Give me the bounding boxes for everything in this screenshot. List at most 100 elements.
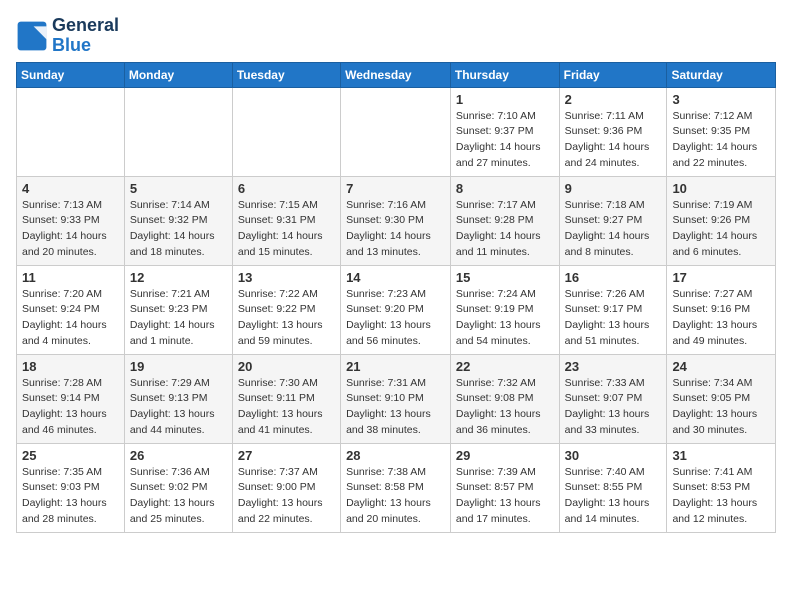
calendar-cell: 3Sunrise: 7:12 AMSunset: 9:35 PMDaylight… <box>667 87 776 176</box>
day-number: 16 <box>565 270 662 285</box>
day-number: 25 <box>22 448 119 463</box>
day-number: 22 <box>456 359 554 374</box>
day-number: 7 <box>346 181 445 196</box>
day-number: 1 <box>456 92 554 107</box>
day-number: 28 <box>346 448 445 463</box>
day-number: 30 <box>565 448 662 463</box>
header-cell-friday: Friday <box>559 62 667 87</box>
day-number: 13 <box>238 270 335 285</box>
day-number: 8 <box>456 181 554 196</box>
day-number: 14 <box>346 270 445 285</box>
day-info: Sunrise: 7:39 AMSunset: 8:57 PMDaylight:… <box>456 465 554 528</box>
calendar-cell: 24 Sunrise: 7:34 AMSunset: 9:05 PMDayligh… <box>667 354 776 443</box>
day-info: Sunrise: 7:26 AMSunset: 9:17 PMDaylight:… <box>565 287 662 350</box>
header-cell-sunday: Sunday <box>17 62 125 87</box>
header-cell-saturday: Saturday <box>667 62 776 87</box>
header-cell-monday: Monday <box>124 62 232 87</box>
logo-text-general: General <box>52 16 119 36</box>
week-row-4: 18 Sunrise: 7:28 AMSunset: 9:14 PMDayligh… <box>17 354 776 443</box>
calendar-cell: 16 Sunrise: 7:26 AMSunset: 9:17 PMDayligh… <box>559 265 667 354</box>
day-number: 10 <box>672 181 770 196</box>
week-row-1: 1 Sunrise: 7:10 AMSunset: 9:37 PMDaylight… <box>17 87 776 176</box>
day-info: Sunrise: 7:19 AMSunset: 9:26 PMDaylight:… <box>672 198 770 261</box>
day-info: Sunrise: 7:24 AMSunset: 9:19 PMDaylight:… <box>456 287 554 350</box>
calendar-cell: 19Sunrise: 7:29 AMSunset: 9:13 PMDayligh… <box>124 354 232 443</box>
calendar-cell: 22 Sunrise: 7:32 AMSunset: 9:08 PMDayligh… <box>450 354 559 443</box>
day-number: 18 <box>22 359 119 374</box>
calendar-cell: 17Sunrise: 7:27 AMSunset: 9:16 PMDayligh… <box>667 265 776 354</box>
header-cell-tuesday: Tuesday <box>232 62 340 87</box>
calendar-cell: 12 Sunrise: 7:21 AMSunset: 9:23 PMDayligh… <box>124 265 232 354</box>
logo-text-blue: Blue <box>52 36 119 56</box>
calendar-cell: 20 Sunrise: 7:30 AMSunset: 9:11 PMDayligh… <box>232 354 340 443</box>
week-row-5: 25 Sunrise: 7:35 AMSunset: 9:03 PMDayligh… <box>17 443 776 532</box>
calendar-cell: 14 Sunrise: 7:23 AMSunset: 9:20 PMDayligh… <box>341 265 451 354</box>
day-info: Sunrise: 7:23 AMSunset: 9:20 PMDaylight:… <box>346 287 445 350</box>
day-number: 5 <box>130 181 227 196</box>
day-number: 20 <box>238 359 335 374</box>
day-info: Sunrise: 7:16 AMSunset: 9:30 PMDaylight:… <box>346 198 445 261</box>
day-number: 23 <box>565 359 662 374</box>
day-number: 3 <box>672 92 770 107</box>
day-number: 21 <box>346 359 445 374</box>
header-cell-thursday: Thursday <box>450 62 559 87</box>
day-info: Sunrise: 7:10 AMSunset: 9:37 PMDaylight:… <box>456 109 554 172</box>
calendar-cell <box>17 87 125 176</box>
calendar-cell: 27 Sunrise: 7:37 AMSunset: 9:00 PMDayligh… <box>232 443 340 532</box>
day-info: Sunrise: 7:21 AMSunset: 9:23 PMDaylight:… <box>130 287 227 350</box>
calendar-cell: 5 Sunrise: 7:14 AMSunset: 9:32 PMDaylight… <box>124 176 232 265</box>
day-info: Sunrise: 7:22 AMSunset: 9:22 PMDaylight:… <box>238 287 335 350</box>
day-number: 24 <box>672 359 770 374</box>
header-row: SundayMondayTuesdayWednesdayThursdayFrid… <box>17 62 776 87</box>
day-info: Sunrise: 7:36 AMSunset: 9:02 PMDaylight:… <box>130 465 227 528</box>
calendar-cell: 21 Sunrise: 7:31 AMSunset: 9:10 PMDayligh… <box>341 354 451 443</box>
calendar-cell <box>124 87 232 176</box>
day-number: 2 <box>565 92 662 107</box>
day-number: 11 <box>22 270 119 285</box>
calendar-cell: 10 Sunrise: 7:19 AMSunset: 9:26 PMDayligh… <box>667 176 776 265</box>
day-info: Sunrise: 7:30 AMSunset: 9:11 PMDaylight:… <box>238 376 335 439</box>
day-number: 27 <box>238 448 335 463</box>
day-info: Sunrise: 7:37 AMSunset: 9:00 PMDaylight:… <box>238 465 335 528</box>
calendar-cell: 8 Sunrise: 7:17 AMSunset: 9:28 PMDaylight… <box>450 176 559 265</box>
day-number: 26 <box>130 448 227 463</box>
day-info: Sunrise: 7:20 AMSunset: 9:24 PMDaylight:… <box>22 287 119 350</box>
week-row-3: 11 Sunrise: 7:20 AMSunset: 9:24 PMDayligh… <box>17 265 776 354</box>
calendar-cell: 9Sunrise: 7:18 AMSunset: 9:27 PMDaylight… <box>559 176 667 265</box>
calendar-cell: 4Sunrise: 7:13 AMSunset: 9:33 PMDaylight… <box>17 176 125 265</box>
calendar-cell: 23 Sunrise: 7:33 AMSunset: 9:07 PMDayligh… <box>559 354 667 443</box>
calendar-cell <box>341 87 451 176</box>
calendar-cell: 15 Sunrise: 7:24 AMSunset: 9:19 PMDayligh… <box>450 265 559 354</box>
day-info: Sunrise: 7:11 AMSunset: 9:36 PMDaylight:… <box>565 109 662 172</box>
day-number: 6 <box>238 181 335 196</box>
calendar-cell: 18 Sunrise: 7:28 AMSunset: 9:14 PMDayligh… <box>17 354 125 443</box>
day-info: Sunrise: 7:33 AMSunset: 9:07 PMDaylight:… <box>565 376 662 439</box>
calendar-cell: 28Sunrise: 7:38 AMSunset: 8:58 PMDayligh… <box>341 443 451 532</box>
day-number: 31 <box>672 448 770 463</box>
day-number: 15 <box>456 270 554 285</box>
day-info: Sunrise: 7:17 AMSunset: 9:28 PMDaylight:… <box>456 198 554 261</box>
day-number: 9 <box>565 181 662 196</box>
day-info: Sunrise: 7:35 AMSunset: 9:03 PMDaylight:… <box>22 465 119 528</box>
week-row-2: 4Sunrise: 7:13 AMSunset: 9:33 PMDaylight… <box>17 176 776 265</box>
day-info: Sunrise: 7:31 AMSunset: 9:10 PMDaylight:… <box>346 376 445 439</box>
day-number: 19 <box>130 359 227 374</box>
calendar-cell: 2 Sunrise: 7:11 AMSunset: 9:36 PMDaylight… <box>559 87 667 176</box>
day-number: 12 <box>130 270 227 285</box>
day-info: Sunrise: 7:41 AMSunset: 8:53 PMDaylight:… <box>672 465 770 528</box>
calendar-cell <box>232 87 340 176</box>
calendar-body: 1 Sunrise: 7:10 AMSunset: 9:37 PMDaylight… <box>17 87 776 532</box>
calendar-cell: 26 Sunrise: 7:36 AMSunset: 9:02 PMDayligh… <box>124 443 232 532</box>
page-header: General Blue <box>16 16 776 56</box>
day-info: Sunrise: 7:32 AMSunset: 9:08 PMDaylight:… <box>456 376 554 439</box>
day-info: Sunrise: 7:14 AMSunset: 9:32 PMDaylight:… <box>130 198 227 261</box>
calendar-cell: 6Sunrise: 7:15 AMSunset: 9:31 PMDaylight… <box>232 176 340 265</box>
day-number: 4 <box>22 181 119 196</box>
calendar-table: SundayMondayTuesdayWednesdayThursdayFrid… <box>16 62 776 533</box>
day-number: 17 <box>672 270 770 285</box>
day-info: Sunrise: 7:28 AMSunset: 9:14 PMDaylight:… <box>22 376 119 439</box>
calendar-header: SundayMondayTuesdayWednesdayThursdayFrid… <box>17 62 776 87</box>
day-info: Sunrise: 7:34 AMSunset: 9:05 PMDaylight:… <box>672 376 770 439</box>
logo: General Blue <box>16 16 119 56</box>
calendar-cell: 1 Sunrise: 7:10 AMSunset: 9:37 PMDaylight… <box>450 87 559 176</box>
